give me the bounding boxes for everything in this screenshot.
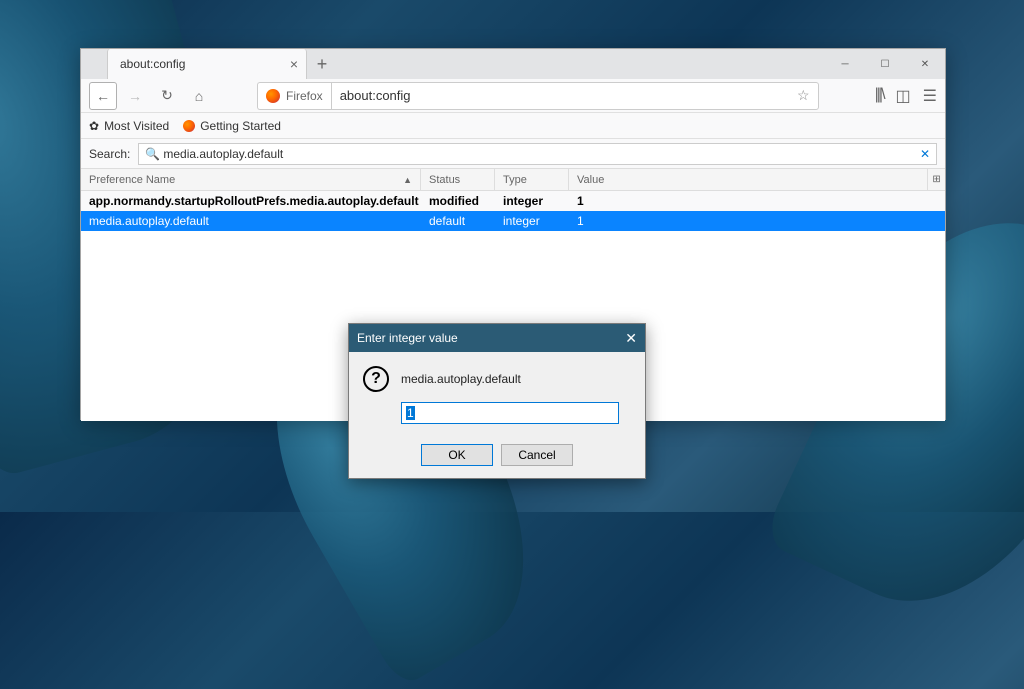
identity-box[interactable]: Firefox — [257, 82, 331, 110]
new-tab-button[interactable]: + — [307, 49, 337, 79]
bookmarks-toolbar: ✿ Most Visited Getting Started — [81, 113, 945, 139]
column-picker-icon[interactable]: ⊞ — [927, 169, 945, 190]
pref-name: media.autoplay.default — [81, 211, 421, 231]
sort-asc-icon: ▲ — [403, 175, 412, 185]
table-row[interactable]: media.autoplay.default default integer 1 — [81, 211, 945, 231]
close-window-button[interactable]: ✕ — [905, 49, 945, 79]
minimize-button[interactable]: ─ — [825, 49, 865, 79]
dialog-body: ? media.autoplay.default 1 — [349, 352, 645, 434]
search-row: Search: 🔍 media.autoplay.default ✕ — [81, 139, 945, 169]
table-row[interactable]: app.normandy.startupRolloutPrefs.media.a… — [81, 191, 945, 211]
bookmark-getting-started[interactable]: Getting Started — [183, 119, 281, 133]
dialog-buttons: OK Cancel — [349, 434, 645, 478]
pref-status: default — [421, 211, 495, 231]
tab-bar: about:config × + ─ ☐ ✕ — [81, 49, 945, 79]
dialog-title: Enter integer value — [357, 331, 458, 345]
search-label: Search: — [89, 147, 130, 161]
maximize-button[interactable]: ☐ — [865, 49, 905, 79]
question-icon: ? — [363, 366, 389, 392]
library-icon[interactable]: |||\ — [875, 86, 884, 106]
bookmark-most-visited[interactable]: ✿ Most Visited — [89, 119, 169, 133]
column-type[interactable]: Type — [495, 169, 569, 190]
url-input[interactable]: about:config ☆ — [331, 82, 819, 110]
column-headers: Preference Name ▲ Status Type Value ⊞ — [81, 169, 945, 191]
url-text: about:config — [340, 88, 797, 103]
pref-type: integer — [495, 191, 569, 211]
identity-label: Firefox — [286, 89, 323, 103]
urlbar-container: Firefox about:config ☆ — [257, 82, 819, 110]
dialog-pref-name: media.autoplay.default — [401, 372, 521, 386]
close-dialog-icon[interactable]: ✕ — [625, 330, 637, 347]
pref-type: integer — [495, 211, 569, 231]
ok-button[interactable]: OK — [421, 444, 493, 466]
tab-title: about:config — [120, 57, 290, 71]
sidebar-icon[interactable]: ◫ — [896, 86, 911, 106]
pref-status: modified — [421, 191, 495, 211]
cancel-button[interactable]: Cancel — [501, 444, 573, 466]
close-tab-icon[interactable]: × — [290, 56, 298, 72]
home-button[interactable]: ⌂ — [185, 82, 213, 110]
forward-button[interactable]: → — [121, 82, 149, 110]
search-value: media.autoplay.default — [163, 147, 283, 161]
column-value[interactable]: Value — [569, 169, 927, 190]
reload-button[interactable]: ↻ — [153, 82, 181, 110]
menu-icon[interactable]: ☰ — [923, 86, 937, 106]
column-preference-name[interactable]: Preference Name ▲ — [81, 169, 421, 190]
firefox-icon — [183, 120, 195, 132]
integer-value-dialog: Enter integer value ✕ ? media.autoplay.d… — [348, 323, 646, 479]
back-button[interactable]: ← — [89, 82, 117, 110]
clear-search-icon[interactable]: ✕ — [920, 147, 930, 161]
tab-about-config[interactable]: about:config × — [107, 49, 307, 79]
bookmark-label: Getting Started — [200, 119, 281, 133]
dialog-value-input[interactable]: 1 — [401, 402, 619, 424]
toolbar-right: |||\ ◫ ☰ — [875, 86, 937, 106]
pref-value: 1 — [569, 211, 945, 231]
bookmark-star-icon[interactable]: ☆ — [797, 87, 810, 104]
pref-value: 1 — [569, 191, 945, 211]
window-controls: ─ ☐ ✕ — [825, 49, 945, 79]
firefox-icon — [266, 89, 280, 103]
dialog-titlebar: Enter integer value ✕ — [349, 324, 645, 352]
pref-name: app.normandy.startupRolloutPrefs.media.a… — [81, 191, 421, 211]
search-input[interactable]: 🔍 media.autoplay.default ✕ — [138, 143, 937, 165]
input-value: 1 — [406, 406, 415, 420]
search-icon: 🔍 — [145, 147, 160, 161]
gear-icon: ✿ — [89, 119, 99, 133]
bookmark-label: Most Visited — [104, 119, 169, 133]
column-status[interactable]: Status — [421, 169, 495, 190]
nav-toolbar: ← → ↻ ⌂ Firefox about:config ☆ |||\ ◫ ☰ — [81, 79, 945, 113]
